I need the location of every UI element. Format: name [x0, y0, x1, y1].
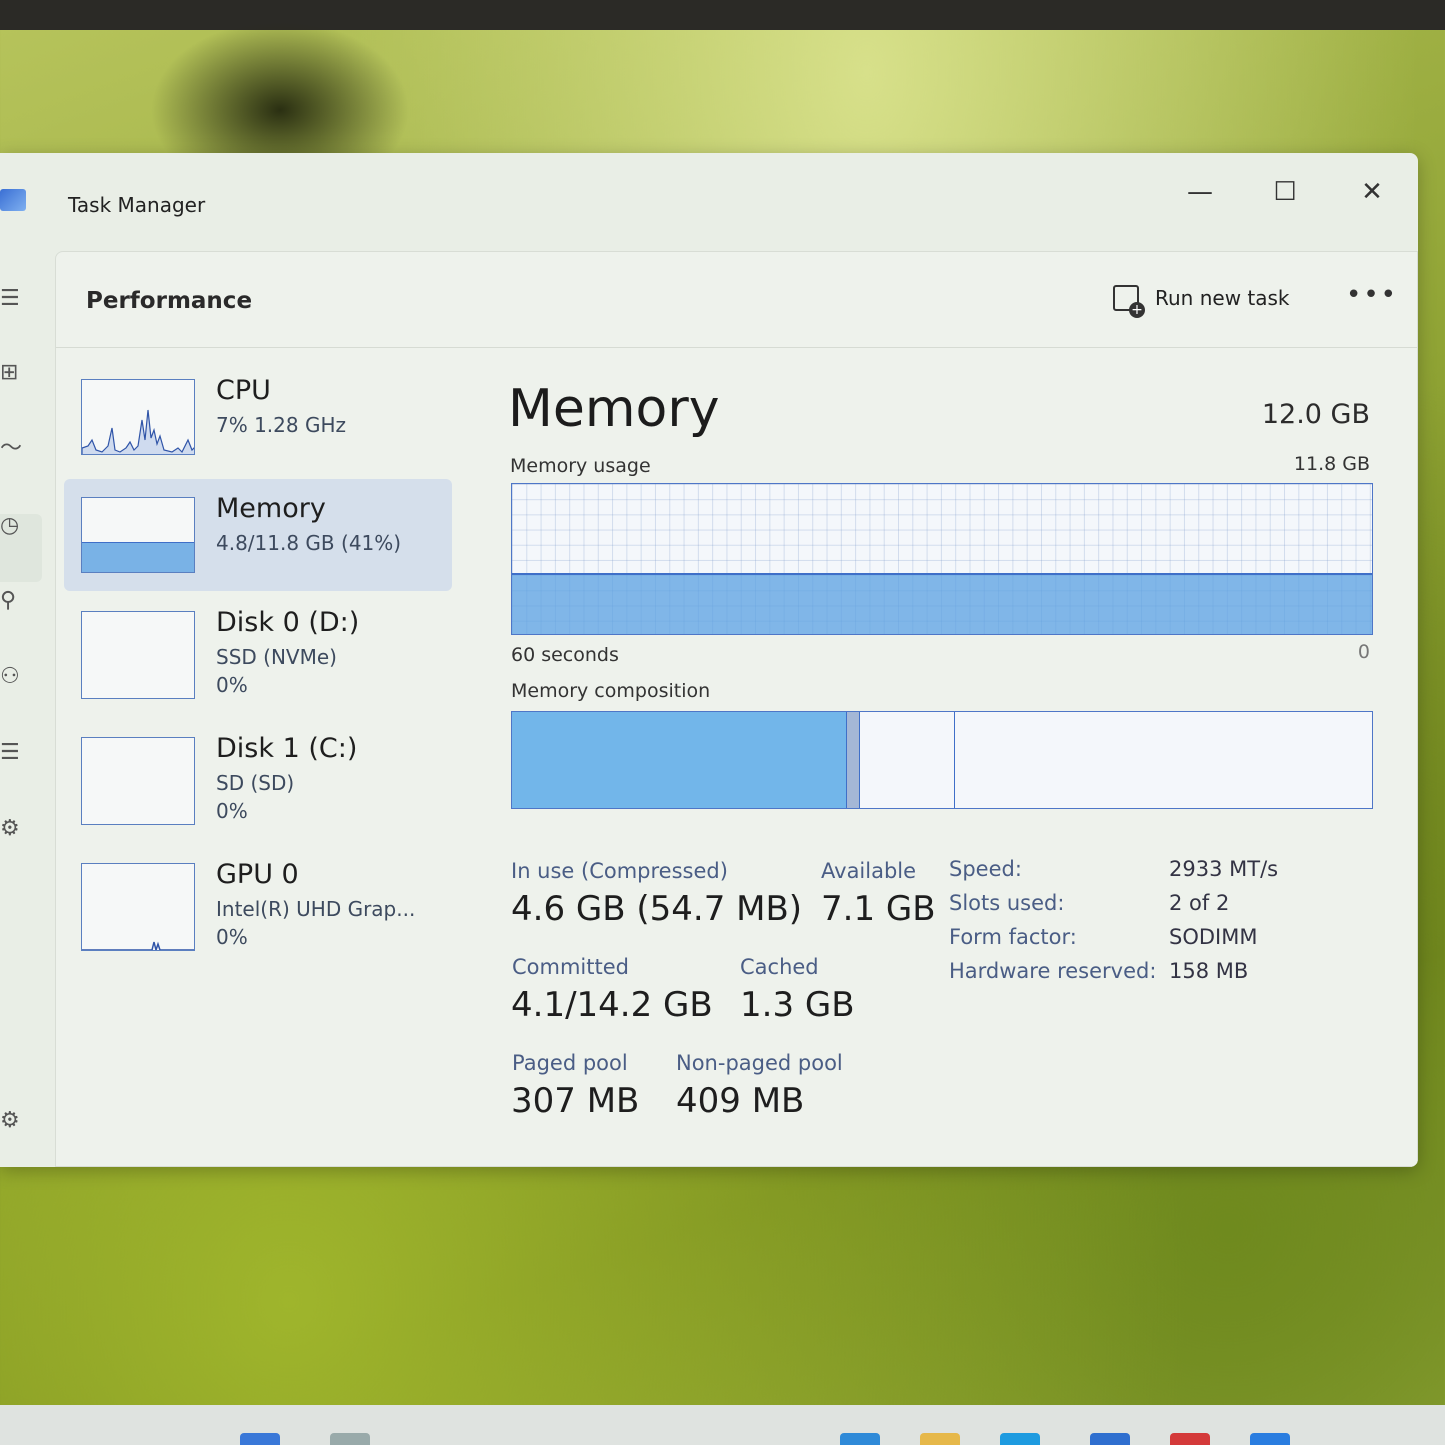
device-name: Disk 1 (C:) — [216, 733, 358, 764]
device-detail: SSD (NVMe) — [216, 645, 337, 669]
memory-usage-label: Memory usage — [510, 455, 651, 477]
composition-standby-segment — [860, 712, 955, 808]
more-options-button[interactable]: ••• — [1346, 280, 1398, 310]
time-axis-label: 60 seconds — [511, 644, 619, 666]
spec-label: Slots used: — [949, 891, 1065, 915]
store-icon[interactable] — [1090, 1433, 1130, 1445]
spec-label: Speed: — [949, 857, 1022, 881]
disk-0-thumbnail-graph — [81, 611, 195, 699]
close-button[interactable]: ✕ — [1347, 167, 1397, 217]
spec-value: 2933 MT/s — [1169, 857, 1279, 881]
available-value: 7.1 GB — [821, 889, 936, 929]
memory-usage-graph — [511, 483, 1373, 635]
in-use-label: In use (Compressed) — [511, 859, 728, 883]
run-new-task-button[interactable]: Run new task — [1113, 282, 1290, 318]
app-history-icon[interactable]: ◷ — [0, 514, 24, 538]
device-item-disk-1[interactable]: Disk 1 (C:) SD (SD) 0% — [64, 725, 452, 837]
run-task-icon — [1113, 285, 1145, 318]
run-new-task-label: Run new task — [1155, 286, 1290, 310]
browser-icon[interactable] — [1000, 1433, 1040, 1445]
content-header: Performance Run new task ••• — [56, 252, 1417, 348]
composition-in-use-segment — [512, 712, 848, 808]
page-title: Performance — [86, 288, 253, 314]
services-icon[interactable]: ⚙ — [0, 817, 24, 841]
committed-value: 4.1/14.2 GB — [511, 985, 713, 1025]
details-icon[interactable]: ☰ — [0, 741, 24, 765]
detail-title: Memory — [508, 379, 720, 439]
task-manager-taskbar-icon[interactable] — [1250, 1433, 1290, 1445]
device-name: GPU 0 — [216, 859, 299, 890]
available-label: Available — [821, 859, 917, 883]
maximize-button[interactable]: ☐ — [1260, 167, 1310, 217]
paged-pool-label: Paged pool — [512, 1051, 628, 1075]
minimize-button[interactable]: — — [1175, 167, 1225, 217]
task-manager-window: Task Manager — ☐ ✕ ☰ ⊞ 〜 ◷ ⚲ ⚇ ☰ ⚙ ⚙ Per… — [0, 153, 1418, 1167]
device-item-disk-0[interactable]: Disk 0 (D:) SSD (NVMe) 0% — [64, 599, 452, 711]
users-icon[interactable]: ⚇ — [0, 665, 24, 689]
device-usage: 0% — [216, 673, 248, 697]
spec-label: Hardware reserved: — [949, 959, 1157, 983]
spec-value: SODIMM — [1169, 925, 1258, 949]
memory-usage-fill — [512, 572, 1372, 634]
memory-usage-max: 11.8 GB — [1293, 453, 1370, 475]
title-bar[interactable]: Task Manager — ☐ ✕ — [0, 153, 1418, 249]
search-icon[interactable] — [330, 1433, 370, 1445]
composition-modified-segment — [847, 712, 861, 808]
device-item-memory[interactable]: Memory 4.8/11.8 GB (41%) — [64, 479, 452, 591]
memory-composition-label: Memory composition — [511, 680, 711, 702]
navigation-pane: ☰ ⊞ 〜 ◷ ⚲ ⚇ ☰ ⚙ ⚙ — [0, 249, 55, 1167]
file-explorer-icon[interactable] — [920, 1433, 960, 1445]
start-button-icon[interactable] — [240, 1433, 280, 1445]
device-usage: 0% — [216, 925, 248, 949]
wallpaper-shape — [150, 20, 410, 170]
cached-value: 1.3 GB — [740, 985, 855, 1025]
device-detail: 4.8/11.8 GB (41%) — [216, 531, 402, 555]
cpu-thumbnail-graph — [81, 379, 195, 455]
task-manager-app-icon — [0, 189, 26, 211]
device-detail: 7% 1.28 GHz — [216, 413, 347, 437]
device-usage: 0% — [216, 799, 248, 823]
device-item-cpu[interactable]: CPU 7% 1.28 GHz — [64, 367, 452, 479]
spec-value: 158 MB — [1169, 959, 1249, 983]
hamburger-icon[interactable]: ☰ — [0, 287, 24, 311]
memory-thumbnail-graph — [81, 497, 195, 573]
spec-label: Form factor: — [949, 925, 1077, 949]
device-item-gpu-0[interactable]: GPU 0 Intel(R) UHD Grap... 0% — [64, 851, 452, 963]
non-paged-pool-value: 409 MB — [676, 1081, 805, 1121]
device-name: Disk 0 (D:) — [216, 607, 360, 638]
committed-label: Committed — [512, 955, 629, 979]
taskbar — [0, 1405, 1445, 1445]
device-detail: Intel(R) UHD Grap... — [216, 897, 416, 921]
cached-label: Cached — [740, 955, 819, 979]
window-title: Task Manager — [68, 193, 206, 217]
paged-pool-value: 307 MB — [511, 1081, 640, 1121]
device-detail: SD (SD) — [216, 771, 295, 795]
startup-apps-icon[interactable]: ⚲ — [0, 589, 24, 613]
settings-icon[interactable]: ⚙ — [0, 1109, 24, 1133]
processes-icon[interactable]: ⊞ — [0, 361, 24, 385]
device-name: CPU — [216, 375, 271, 406]
gpu-0-thumbnail-graph — [81, 863, 195, 951]
app-icon[interactable] — [1170, 1433, 1210, 1445]
memory-detail-panel: Memory 12.0 GB Memory usage 11.8 GB 60 s… — [508, 349, 1388, 1149]
non-paged-pool-label: Non-paged pool — [676, 1051, 843, 1075]
disk-1-thumbnail-graph — [81, 737, 195, 825]
in-use-value: 4.6 GB (54.7 MB) — [511, 889, 803, 929]
edge-icon[interactable] — [840, 1433, 880, 1445]
spec-value: 2 of 2 — [1169, 891, 1230, 915]
performance-icon[interactable]: 〜 — [0, 437, 24, 461]
content-pane: Performance Run new task ••• CPU 7% 1.28… — [55, 251, 1418, 1167]
memory-composition-bar — [511, 711, 1373, 809]
graph-min-label: 0 — [1357, 641, 1370, 663]
device-name: Memory — [216, 493, 326, 524]
total-memory: 12.0 GB — [1261, 399, 1370, 430]
